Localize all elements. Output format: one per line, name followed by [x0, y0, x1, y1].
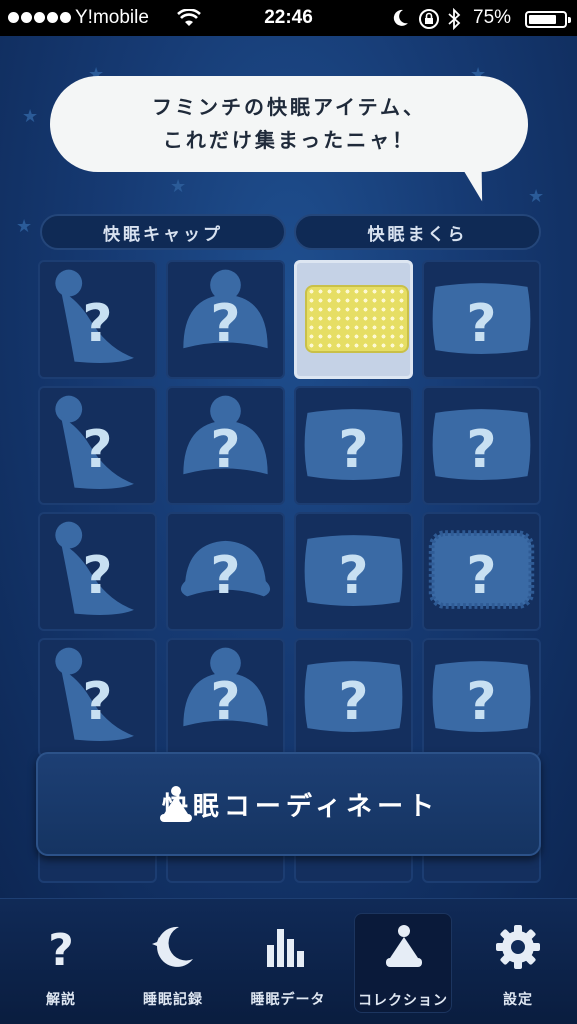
- unknown-item-mark: ?: [466, 546, 497, 606]
- unknown-item-mark: ?: [210, 420, 241, 480]
- nightcap-icon: [160, 786, 192, 822]
- collection-item-cap-beanie[interactable]: ?: [166, 638, 285, 757]
- category-tab-pillows[interactable]: 快眠まくら: [294, 214, 541, 250]
- collection-item-cap-beanie[interactable]: ?: [166, 260, 285, 379]
- moon-star-icon: [152, 926, 193, 967]
- gear-icon: [496, 925, 540, 969]
- unknown-item-mark: ?: [82, 294, 113, 354]
- unknown-item-mark: ?: [466, 420, 497, 480]
- collection-item-pillow[interactable]: ?: [294, 386, 413, 505]
- tab-sleep-record-label: 睡眠記録: [143, 992, 203, 1008]
- collection-item-cap-bonnet[interactable]: ?: [166, 512, 285, 631]
- svg-text:?: ?: [48, 925, 74, 971]
- tab-sleep-data[interactable]: 睡眠データ: [239, 913, 337, 1013]
- rotation-lock-icon: [419, 9, 439, 29]
- status-bar: Y!mobile 22:46 75%: [0, 0, 577, 36]
- tab-collection[interactable]: コレクション: [354, 913, 452, 1013]
- unknown-item-mark: ?: [82, 546, 113, 606]
- collection-item-cap-nightcap[interactable]: ?: [38, 260, 157, 379]
- tab-sleep-record[interactable]: 睡眠記録: [124, 913, 222, 1013]
- unknown-item-mark: ?: [210, 672, 241, 732]
- speech-bubble-line-2: これだけ集まったニャ！: [162, 128, 416, 152]
- unknown-item-mark: ?: [338, 672, 369, 732]
- unknown-item-mark: ?: [82, 672, 113, 732]
- unknown-item-mark: ?: [338, 546, 369, 606]
- tab-sleep-data-label: 睡眠データ: [250, 992, 326, 1008]
- collection-item-cap-nightcap[interactable]: ?: [38, 386, 157, 505]
- collection-item-pillow[interactable]: ?: [422, 260, 541, 379]
- collection-item-pillow[interactable]: ?: [422, 638, 541, 757]
- collection-item-pillow[interactable]: ?: [294, 512, 413, 631]
- tab-bar: ? 解説 睡眠記録 睡眠データ コレクション 設定: [0, 898, 577, 1024]
- do-not-disturb-icon: [393, 9, 408, 26]
- unknown-item-mark: ?: [338, 420, 369, 480]
- unknown-item-mark: ?: [210, 294, 241, 354]
- collection-item-cap-nightcap[interactable]: ?: [38, 638, 157, 757]
- unknown-item-mark: ?: [210, 546, 241, 606]
- question-icon: ?: [48, 925, 74, 971]
- unknown-item-mark: ?: [82, 420, 113, 480]
- tab-guide-label: 解説: [46, 992, 76, 1008]
- tab-collection-label: コレクション: [358, 993, 448, 1009]
- speech-bubble-line-1: フミンチの快眠アイテム、: [152, 95, 426, 119]
- nightcap-icon: [386, 925, 422, 967]
- unknown-item-mark: ?: [466, 294, 497, 354]
- collection-item-pillow-fluffy[interactable]: ?: [422, 512, 541, 631]
- bluetooth-icon: [448, 8, 461, 30]
- tab-settings[interactable]: 設定: [469, 913, 567, 1013]
- tab-settings-label: 設定: [503, 992, 533, 1008]
- bar-chart-icon: [267, 929, 304, 967]
- tab-guide[interactable]: ? 解説: [12, 913, 110, 1013]
- sleep-coordinate-label: 快眠コーディネート: [161, 791, 440, 822]
- speech-bubble: フミンチの快眠アイテム、 これだけ集まったニャ！: [50, 76, 528, 172]
- sleep-coordinate-button[interactable]: 快眠コーディネート: [36, 752, 541, 856]
- category-tab-caps[interactable]: 快眠キャップ: [40, 214, 286, 250]
- yellow-dotted-pillow-image: [305, 285, 409, 353]
- battery-percent: 75%: [473, 7, 512, 28]
- collection-item-cap-beanie[interactable]: ?: [166, 386, 285, 505]
- unknown-item-mark: ?: [466, 672, 497, 732]
- collection-item-pillow[interactable]: ?: [294, 638, 413, 757]
- collection-item-cap-nightcap[interactable]: ?: [38, 512, 157, 631]
- collection-item-pillow[interactable]: ?: [422, 386, 541, 505]
- battery-icon: [525, 11, 571, 28]
- collection-item-pillow-yellow-dots[interactable]: [294, 260, 413, 379]
